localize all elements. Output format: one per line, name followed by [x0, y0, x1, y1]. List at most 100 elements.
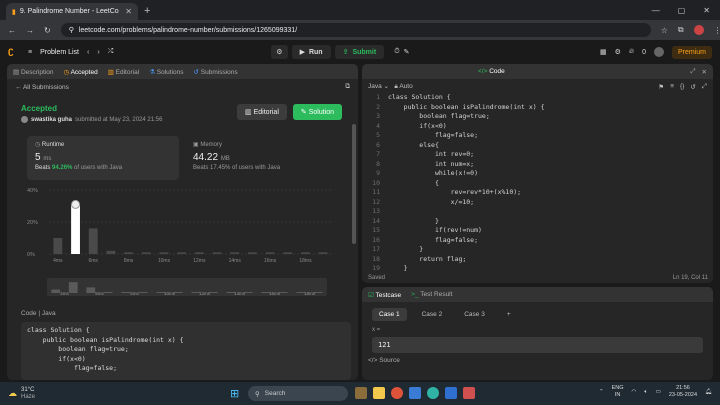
leetcode-logo-icon[interactable]: ʗ	[8, 46, 20, 58]
case-1-tab[interactable]: Case 1	[372, 308, 407, 321]
fullscreen-icon[interactable]: ⤢	[702, 83, 707, 91]
chart-bar[interactable]	[71, 204, 80, 254]
code-line[interactable]: if(x<0)	[388, 122, 446, 132]
new-tab-icon[interactable]: +	[144, 5, 150, 17]
settings-gear-icon[interactable]: ⚙	[615, 48, 621, 56]
site-info-icon[interactable]: ⚲	[69, 26, 74, 34]
timer-icon[interactable]: ⏱	[394, 48, 399, 56]
extensions-icon[interactable]: ⧉	[678, 25, 684, 35]
taskbar-search[interactable]: ⚲ Search	[248, 386, 348, 401]
layout-icon[interactable]: ▦	[600, 48, 607, 56]
code-line[interactable]: while(x!=0)	[388, 169, 478, 179]
shuffle-icon[interactable]: ⤮	[108, 48, 114, 56]
weather-icon[interactable]: ☁	[8, 388, 17, 399]
app-icon[interactable]	[463, 387, 475, 399]
notes-icon[interactable]: ✎	[404, 48, 410, 56]
user-avatar[interactable]	[653, 47, 664, 57]
problem-list-icon[interactable]: ≡	[28, 49, 32, 56]
close-panel-icon[interactable]: ✕	[702, 68, 707, 76]
debug-icon[interactable]: ⚙	[271, 45, 288, 59]
code-line[interactable]: flag=false;	[388, 236, 478, 246]
code-line[interactable]: int rev=0;	[388, 150, 474, 160]
reset-icon[interactable]: ↺	[690, 83, 695, 91]
reload-icon[interactable]: ↻	[44, 26, 51, 35]
code-line[interactable]: rev=rev*10+(x%10);	[388, 188, 521, 198]
bookmark-star-icon[interactable]: ☆	[661, 26, 668, 35]
chart-bar[interactable]	[318, 252, 328, 254]
add-case-icon[interactable]: +	[500, 308, 518, 321]
problem-list-link[interactable]: Problem List	[40, 49, 79, 56]
bookmark-icon[interactable]: ⚑	[658, 83, 664, 91]
chart-bar[interactable]	[159, 252, 169, 254]
chart-bar[interactable]	[230, 252, 240, 254]
maximize-icon[interactable]: ▢	[678, 6, 686, 15]
tab-submissions[interactable]: ↺ Submissions	[194, 68, 238, 76]
browser-menu-icon[interactable]: ⋮	[714, 26, 720, 35]
mail-icon[interactable]	[445, 387, 457, 399]
chart-bar[interactable]	[177, 252, 187, 254]
chrome-icon[interactable]	[391, 387, 403, 399]
code-line[interactable]: boolean flag=true;	[388, 112, 489, 122]
chart-bar[interactable]	[247, 252, 257, 254]
chart-bar[interactable]	[124, 252, 134, 254]
file-explorer-icon[interactable]	[373, 387, 385, 399]
minimize-icon[interactable]: —	[652, 6, 660, 15]
chart-bar[interactable]	[194, 252, 204, 254]
tab-code[interactable]: </> Code	[478, 68, 505, 75]
run-button[interactable]: ▶ Run	[291, 45, 331, 59]
browser-tab[interactable]: ▮ 9. Palindrome Number - LeetCo ✕	[6, 3, 138, 20]
battery-icon[interactable]: ▭	[656, 389, 661, 396]
widgets-icon[interactable]	[355, 387, 367, 399]
edge-icon[interactable]	[427, 387, 439, 399]
code-line[interactable]: flag=false;	[388, 131, 478, 141]
language-select[interactable]: Java	[368, 83, 382, 90]
case-3-tab[interactable]: Case 3	[457, 308, 492, 321]
runtime-range-slider[interactable]: 4ms 5ms 5ms 10ms 12ms 14ms 16ms 18ms	[47, 278, 327, 296]
tab-solutions[interactable]: ⚗ Solutions	[149, 68, 183, 76]
chart-bar[interactable]	[53, 238, 63, 254]
auto-mode[interactable]: Auto	[399, 83, 412, 90]
code-line[interactable]: class Solution {	[388, 93, 451, 103]
username[interactable]: swastika guha	[31, 117, 72, 123]
editor-code-area[interactable]: 1 class Solution {2 public boolean isPali…	[362, 93, 713, 273]
code-line[interactable]: {	[388, 179, 439, 189]
volume-icon[interactable]: 🔈︎	[644, 389, 647, 396]
copy-link-icon[interactable]: ⧉	[345, 83, 350, 91]
windows-start-icon[interactable]: ⊞	[230, 387, 239, 400]
editorial-button[interactable]: ▥ Editorial	[237, 104, 287, 120]
profile-avatar[interactable]	[693, 25, 704, 35]
code-line[interactable]: int num=x;	[388, 160, 474, 170]
all-submissions-link[interactable]: ← All Submissions	[15, 84, 69, 91]
tab-close-icon[interactable]: ✕	[125, 7, 132, 16]
code-line[interactable]: }	[388, 217, 439, 227]
premium-button[interactable]: Premium	[671, 45, 712, 59]
chart-bar[interactable]	[106, 250, 116, 254]
tab-editorial[interactable]: ▥ Editorial	[108, 68, 139, 76]
tray-chevron-icon[interactable]: ⌃	[599, 389, 604, 396]
code-line[interactable]: if(rev!=num)	[388, 226, 482, 236]
forward-icon[interactable]: →	[26, 26, 34, 35]
prev-problem-icon[interactable]: ‹	[87, 49, 89, 56]
back-icon[interactable]: ←	[8, 26, 16, 35]
chart-bar[interactable]	[265, 252, 275, 254]
chart-bar[interactable]	[301, 252, 310, 254]
chart-bar[interactable]	[141, 252, 151, 254]
tab-accepted[interactable]: ◷ Accepted	[63, 68, 97, 76]
case-2-tab[interactable]: Case 2	[415, 308, 450, 321]
runtime-card[interactable]: ◷ Runtime 5 ms Beats 94.26% of users wit…	[27, 136, 179, 180]
braces-icon[interactable]: {}	[680, 83, 684, 91]
code-line[interactable]: }	[388, 245, 423, 255]
tab-test-result[interactable]: >_ Test Result	[411, 291, 452, 298]
next-problem-icon[interactable]: ›	[97, 49, 99, 56]
tab-description[interactable]: ▤ Description	[13, 68, 53, 76]
chart-bar[interactable]	[283, 252, 293, 254]
clock[interactable]: 21:56 23-05-2024	[669, 385, 697, 399]
source-link[interactable]: Source	[379, 357, 400, 364]
solution-button[interactable]: ✎ Solution	[292, 104, 342, 120]
streak-fire-icon[interactable]: 🔥︎	[629, 48, 634, 56]
testcase-input-x[interactable]: 121	[372, 337, 703, 353]
code-line[interactable]: public boolean isPalindrome(int x) {	[388, 103, 545, 113]
chart-bar[interactable]	[212, 252, 222, 254]
tab-testcase[interactable]: ☑ Testcase	[368, 291, 401, 299]
format-icon[interactable]: ≡	[670, 83, 674, 91]
